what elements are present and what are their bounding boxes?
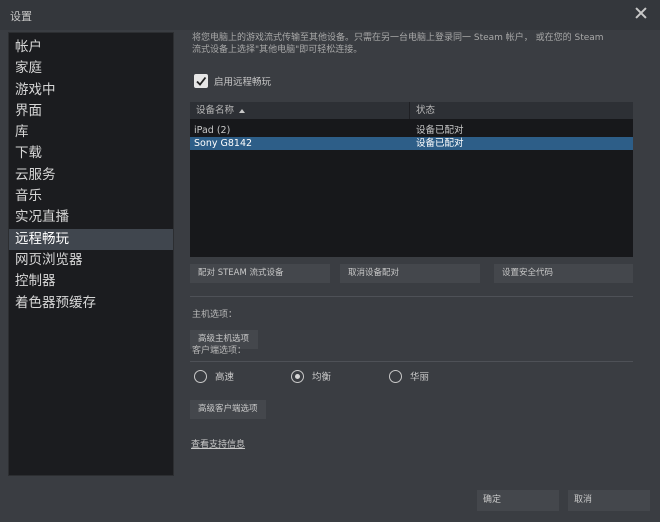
remote-play-panel: 将您电脑上的游戏流式传输至其他设备。只需在另一台电脑上登录同一 Steam 帐户… — [190, 30, 635, 480]
checkmark-icon — [196, 76, 207, 86]
radio-fast[interactable] — [194, 369, 207, 383]
cancel-button[interactable]: 取消 — [568, 490, 650, 511]
sidebar-item-web-browser[interactable]: 网页浏览器 — [9, 250, 173, 271]
device-status-cell: 设备已配对 — [416, 138, 464, 149]
device-status-cell: 设备已配对 — [416, 125, 464, 136]
sidebar-item-controller[interactable]: 控制器 — [9, 271, 173, 292]
enable-remote-play-label: 启用远程畅玩 — [214, 77, 272, 88]
window-title: 设置 — [10, 10, 32, 23]
sidebar-item-shader-cache[interactable]: 着色器预缓存 — [9, 293, 173, 314]
sidebar-item-interface[interactable]: 界面 — [9, 101, 173, 122]
close-icon[interactable] — [634, 6, 648, 20]
sidebar-item-broadcasting[interactable]: 实况直播 — [9, 207, 173, 228]
radio-beautiful[interactable] — [389, 369, 402, 383]
pair-device-button[interactable]: 配对 STEAM 流式设备 — [190, 264, 330, 283]
table-row[interactable]: iPad (2) 设备已配对 — [190, 124, 633, 137]
sidebar-item-family[interactable]: 家庭 — [9, 58, 173, 79]
radio-balanced[interactable] — [291, 369, 304, 383]
column-header-device-name[interactable]: 设备名称 — [190, 102, 410, 119]
description-text: 将您电脑上的游戏流式传输至其他设备。只需在另一台电脑上登录同一 Steam 帐户… — [192, 33, 604, 55]
enable-remote-play-row: 启用远程畅玩 — [194, 74, 271, 88]
title-bar: 设置 — [0, 0, 660, 30]
radio-beautiful-row: 华丽 — [389, 369, 429, 383]
sidebar-item-in-game[interactable]: 游戏中 — [9, 80, 173, 101]
advanced-client-options-button[interactable]: 高级客户端选项 — [190, 400, 266, 419]
ok-button[interactable]: 确定 — [477, 490, 559, 511]
sidebar-item-library[interactable]: 库 — [9, 122, 173, 143]
column-header-status[interactable]: 状态 — [410, 102, 633, 119]
sidebar-item-cloud[interactable]: 云服务 — [9, 165, 173, 186]
sort-ascending-icon — [239, 108, 246, 113]
client-options-label: 客户端选项： — [192, 346, 247, 356]
unpair-device-button[interactable]: 取消设备配对 — [340, 264, 480, 283]
sidebar-item-remote-play[interactable]: 远程畅玩 — [9, 228, 173, 250]
sidebar-item-account[interactable]: 帐户 — [9, 37, 173, 58]
device-name-cell: Sony G8142 — [194, 138, 253, 149]
sidebar-item-music[interactable]: 音乐 — [9, 186, 173, 207]
radio-balanced-row: 均衡 — [291, 369, 331, 383]
view-support-info-link[interactable]: 查看支持信息 — [191, 437, 245, 450]
settings-sidebar: 帐户 家庭 游戏中 界面 库 下载 云服务 音乐 实况直播 远程畅玩 网页浏览器… — [8, 32, 174, 476]
radio-fast-label: 高速 — [215, 372, 235, 383]
divider — [190, 361, 633, 362]
set-security-code-button[interactable]: 设置安全代码 — [494, 264, 633, 283]
enable-remote-play-checkbox[interactable] — [194, 74, 208, 88]
radio-selected-dot — [295, 373, 300, 379]
sidebar-item-downloads[interactable]: 下载 — [9, 143, 173, 164]
device-name-cell: iPad (2) — [194, 125, 231, 136]
radio-balanced-label: 均衡 — [312, 372, 332, 383]
table-header: 设备名称 状态 — [190, 102, 633, 119]
radio-fast-row: 高速 — [194, 369, 234, 383]
radio-beautiful-label: 华丽 — [410, 372, 430, 383]
host-options-label: 主机选项： — [192, 310, 238, 320]
divider — [190, 296, 633, 297]
device-table: 设备名称 状态 iPad (2) 设备已配对 Sony G8142 设备已配对 — [190, 102, 633, 257]
table-row-selected[interactable]: Sony G8142 设备已配对 — [190, 137, 633, 150]
